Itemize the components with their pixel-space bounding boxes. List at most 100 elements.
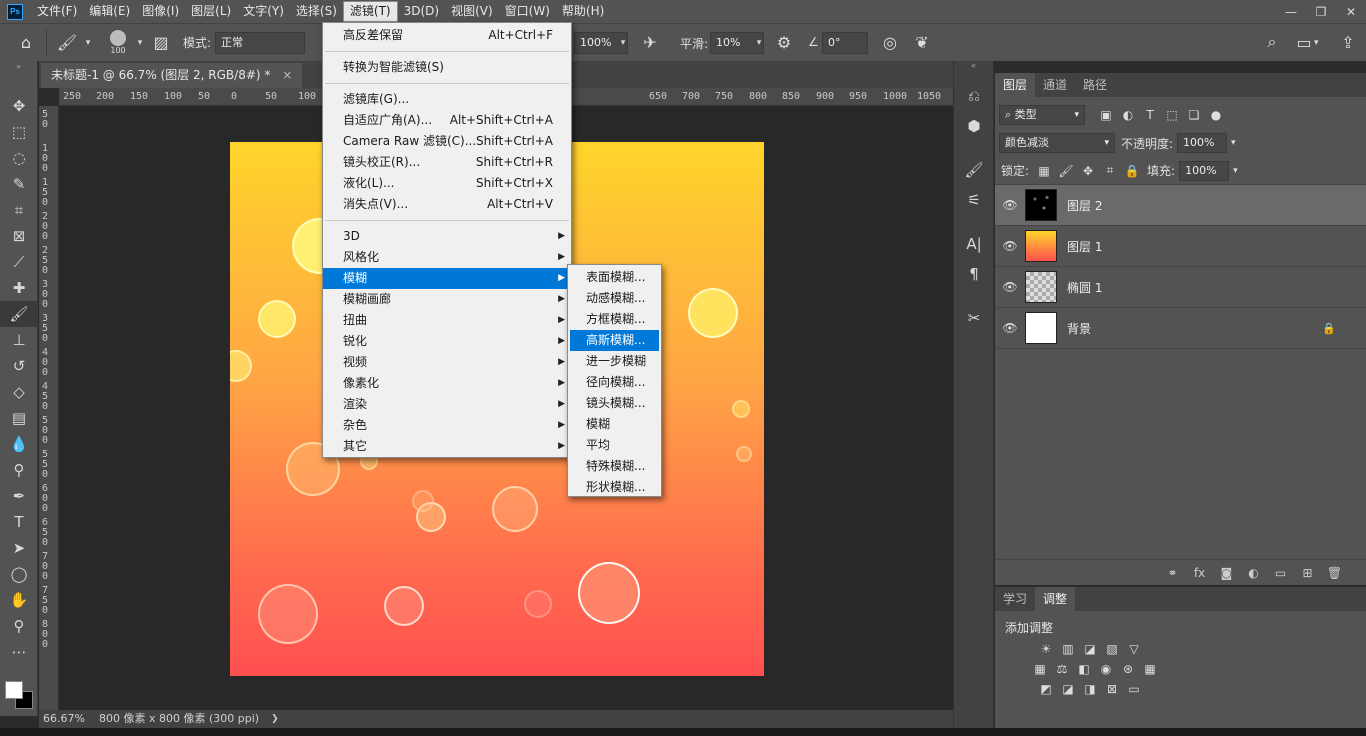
chevron-down-icon[interactable]: ▾ xyxy=(1233,166,1238,176)
pixel-filter-icon[interactable]: ▣ xyxy=(1095,108,1117,122)
menu-image[interactable]: 图像(I) xyxy=(136,0,185,23)
zoom-tool-icon[interactable]: ⚲ xyxy=(0,613,38,639)
gradient-tool-icon[interactable]: ▤ xyxy=(0,405,38,431)
mask-icon[interactable]: ◙ xyxy=(1213,566,1240,580)
color-swatches[interactable] xyxy=(5,681,35,711)
blur-tool-icon[interactable]: 💧 xyxy=(0,431,38,457)
menu-item-blur[interactable]: 模糊 ▶ xyxy=(323,268,571,289)
channel-mixer-icon[interactable]: ⊛ xyxy=(1117,662,1139,676)
chevron-down-icon[interactable]: ▾ xyxy=(616,32,630,54)
menu-item-blur-more[interactable]: 进一步模糊 xyxy=(568,351,661,372)
menu-type[interactable]: 文字(Y) xyxy=(237,0,290,23)
close-icon[interactable]: × xyxy=(282,68,292,82)
menu-item-video[interactable]: 视频 ▶ xyxy=(323,352,571,373)
lock-position-icon[interactable]: ✥ xyxy=(1077,164,1099,178)
hue-sat-icon[interactable]: ▦ xyxy=(1029,662,1051,676)
menu-item-lens-correction[interactable]: 镜头校正(R)... Shift+Ctrl+R xyxy=(323,152,571,173)
tab-learn[interactable]: 学习 xyxy=(995,587,1035,611)
invert-icon[interactable]: ◩ xyxy=(1035,682,1057,696)
menu-layer[interactable]: 图层(L) xyxy=(185,0,237,23)
exposure-icon[interactable]: ▧ xyxy=(1101,642,1123,656)
fx-icon[interactable]: fx xyxy=(1186,566,1213,580)
adjustment-layer-icon[interactable]: ◐ xyxy=(1240,566,1267,580)
marquee-tool-icon[interactable]: ⬚ xyxy=(0,119,38,145)
chevron-down-icon[interactable]: ▾ xyxy=(133,29,147,57)
threshold-icon[interactable]: ◨ xyxy=(1079,682,1101,696)
mode-select[interactable]: 正常 xyxy=(215,31,306,54)
panel-grip-icon[interactable]: « xyxy=(954,61,993,73)
move-tool-icon[interactable]: ✥ xyxy=(0,93,38,119)
pen-tool-icon[interactable]: ✒ xyxy=(0,483,38,509)
menu-filter[interactable]: 滤镜(T) xyxy=(342,1,398,22)
menu-file[interactable]: 文件(F) xyxy=(31,0,83,23)
menu-item-noise[interactable]: 杂色 ▶ xyxy=(323,415,571,436)
eye-icon[interactable]: 👁 xyxy=(995,321,1025,335)
chevron-down-icon[interactable]: ▾ xyxy=(752,32,766,54)
brush-preset-icon[interactable]: 🖌 xyxy=(53,29,81,57)
type-filter-icon[interactable]: T xyxy=(1139,108,1161,122)
menu-item-vanishing-point[interactable]: 消失点(V)... Alt+Ctrl+V xyxy=(323,194,571,215)
menu-item-filter-gallery[interactable]: 滤镜库(G)... xyxy=(323,89,571,110)
brush-panel-icon[interactable]: 🖌 xyxy=(954,155,994,185)
angle-input[interactable]: 0° xyxy=(822,32,868,54)
share-icon[interactable]: ⇪ xyxy=(1334,28,1362,56)
curves-icon[interactable]: ◪ xyxy=(1079,642,1101,656)
adjustment-filter-icon[interactable]: ◐ xyxy=(1117,108,1139,122)
layer-row[interactable]: 👁 图层 1 xyxy=(995,226,1366,267)
home-icon[interactable]: ⌂ xyxy=(12,29,40,57)
layer-row[interactable]: 👁 背景 🔒 xyxy=(995,308,1366,349)
trash-icon[interactable]: 🗑 xyxy=(1321,566,1348,580)
menu-item-radial-blur[interactable]: 径向模糊... xyxy=(568,372,661,393)
menu-item-liquify[interactable]: 液化(L)... Shift+Ctrl+X xyxy=(323,173,571,194)
tab-layers[interactable]: 图层 xyxy=(995,73,1036,97)
layer-row[interactable]: 👁 图层 2 xyxy=(995,185,1366,226)
symmetry-icon[interactable]: ❦ xyxy=(908,28,936,56)
menu-item-surface-blur[interactable]: 表面模糊... xyxy=(568,267,661,288)
airbrush-icon[interactable]: ✈ xyxy=(636,28,664,56)
menu-item-lens-blur[interactable]: 镜头模糊... xyxy=(568,393,661,414)
menu-item-blur-simple[interactable]: 模糊 xyxy=(568,414,661,435)
new-layer-icon[interactable]: ⊞ xyxy=(1294,566,1321,580)
menu-help[interactable]: 帮助(H) xyxy=(556,0,610,23)
menu-item-sharpen[interactable]: 锐化 ▶ xyxy=(323,331,571,352)
3d-panel-icon[interactable]: ⬢ xyxy=(954,111,994,141)
lasso-tool-icon[interactable]: ◌ xyxy=(0,145,38,171)
menu-item-gaussian-blur[interactable]: 高斯模糊... xyxy=(570,330,659,351)
eyedropper-tool-icon[interactable]: ⟋ xyxy=(0,249,38,275)
menu-item-adaptive-wide-angle[interactable]: 自适应广角(A)... Alt+Shift+Ctrl+A xyxy=(323,110,571,131)
tab-adjustments[interactable]: 调整 xyxy=(1035,587,1076,611)
zoom-level[interactable]: 66.67% xyxy=(39,710,89,728)
lock-pixels-icon[interactable]: 🖌 xyxy=(1055,164,1077,178)
menu-item-render[interactable]: 渲染 ▶ xyxy=(323,394,571,415)
menu-item-shape-blur[interactable]: 形状模糊... xyxy=(568,477,661,498)
document-tab[interactable]: 未标题-1 @ 66.7% (图层 2, RGB/8#) * × xyxy=(41,63,303,88)
smart-object-filter-icon[interactable]: ❏ xyxy=(1183,108,1205,122)
close-icon[interactable]: ✕ xyxy=(1336,0,1366,23)
chevron-right-icon[interactable]: ❯ xyxy=(259,710,279,728)
vibrance-icon[interactable]: ▽ xyxy=(1123,642,1145,656)
opacity-input[interactable]: 100% xyxy=(1177,133,1228,153)
shape-filter-icon[interactable]: ⬚ xyxy=(1161,108,1183,122)
menu-edit[interactable]: 编辑(E) xyxy=(83,0,136,23)
tab-channels[interactable]: 通道 xyxy=(1035,73,1075,97)
pressure-opacity-icon[interactable]: ◎ xyxy=(876,28,904,56)
path-select-tool-icon[interactable]: ➤ xyxy=(0,535,38,561)
menu-item-smart-blur[interactable]: 特殊模糊... xyxy=(568,456,661,477)
paragraph-panel-icon[interactable]: ¶ xyxy=(954,259,994,289)
search-icon[interactable]: ⌕ xyxy=(1258,28,1286,56)
quick-select-tool-icon[interactable]: ✎ xyxy=(0,171,38,197)
blend-mode-select[interactable]: 颜色减淡 ▾ xyxy=(999,133,1115,153)
more-tools-icon[interactable]: ⋯ xyxy=(0,639,38,665)
menu-item-3d[interactable]: 3D ▶ xyxy=(323,226,571,247)
brush-tool-icon[interactable]: 🖌 xyxy=(0,301,38,327)
character-panel-icon[interactable]: A| xyxy=(954,229,994,259)
tool-presets-icon[interactable]: ✂ xyxy=(954,303,994,333)
layer-row[interactable]: 👁 椭圆 1 xyxy=(995,267,1366,308)
brush-size-picker[interactable]: 100 xyxy=(103,27,133,59)
type-tool-icon[interactable]: T xyxy=(0,509,38,535)
folder-icon[interactable]: ▭ xyxy=(1267,566,1294,580)
selective-color-icon[interactable]: ⊠ xyxy=(1101,682,1123,696)
frame-tool-icon[interactable]: ⊠ xyxy=(0,223,38,249)
restore-icon[interactable]: ❐ xyxy=(1306,0,1336,23)
brush-settings-icon[interactable]: ▨ xyxy=(147,29,175,57)
